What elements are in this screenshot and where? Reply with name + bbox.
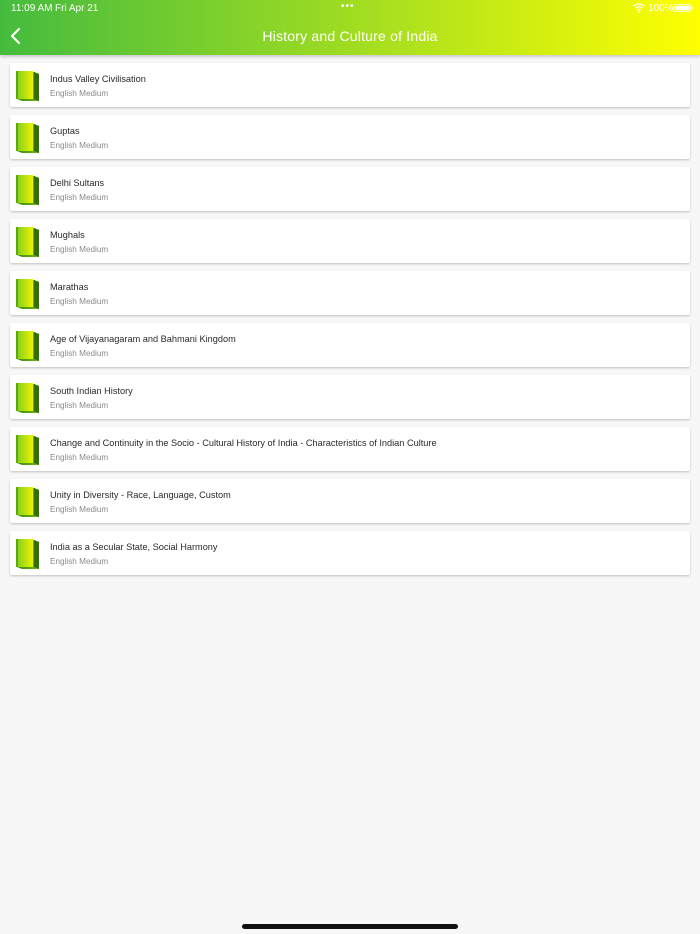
book-icon (16, 539, 39, 569)
item-title: Unity in Diversity - Race, Language, Cus… (50, 490, 231, 500)
book-icon (16, 383, 39, 413)
item-title: Marathas (50, 282, 89, 292)
list-item[interactable]: South Indian History English Medium (10, 375, 690, 419)
item-title: India as a Secular State, Social Harmony (50, 542, 218, 552)
multitask-dots[interactable]: ••• (341, 1, 355, 12)
item-subtitle: English Medium (50, 349, 109, 358)
list-item[interactable]: India as a Secular State, Social Harmony… (10, 531, 690, 575)
item-title: Change and Continuity in the Socio - Cul… (50, 438, 437, 448)
item-subtitle: English Medium (50, 401, 109, 410)
item-title: Guptas (50, 126, 80, 136)
list-item[interactable]: Age of Vijayanagaram and Bahmani Kingdom… (10, 323, 690, 367)
item-subtitle: English Medium (50, 89, 109, 98)
book-icon (16, 435, 39, 465)
book-icon (16, 175, 39, 205)
item-subtitle: English Medium (50, 505, 109, 514)
battery-percentage: 100% (648, 3, 674, 14)
list-item[interactable]: Indus Valley Civilisation English Medium (10, 63, 690, 107)
battery-icon (673, 4, 693, 12)
item-subtitle: English Medium (50, 557, 109, 566)
status-time: 11:09 AM (11, 3, 53, 14)
list-item[interactable]: Guptas English Medium (10, 115, 690, 159)
item-subtitle: English Medium (50, 193, 109, 202)
item-title: South Indian History (50, 386, 133, 396)
status-date: Fri Apr 21 (55, 3, 99, 14)
book-icon (16, 487, 39, 517)
book-icon (16, 123, 39, 153)
item-subtitle: English Medium (50, 245, 109, 254)
list-item[interactable]: Marathas English Medium (10, 271, 690, 315)
list-item[interactable]: Mughals English Medium (10, 219, 690, 263)
item-title: Age of Vijayanagaram and Bahmani Kingdom (50, 334, 236, 344)
book-icon (16, 227, 39, 257)
item-title: Indus Valley Civilisation (50, 74, 146, 84)
app-header: 11:09 AM Fri Apr 21 ••• 100% History and… (0, 0, 700, 55)
list-item[interactable]: Delhi Sultans English Medium (10, 167, 690, 211)
book-icon (16, 71, 39, 101)
home-indicator[interactable] (242, 924, 458, 929)
wifi-icon (633, 3, 645, 13)
item-title: Mughals (50, 230, 85, 240)
item-title: Delhi Sultans (50, 178, 105, 188)
book-icon (16, 279, 39, 309)
list-item[interactable]: Change and Continuity in the Socio - Cul… (10, 427, 690, 471)
item-subtitle: English Medium (50, 453, 109, 462)
topic-list: Indus Valley Civilisation English Medium… (10, 63, 690, 583)
item-subtitle: English Medium (50, 141, 109, 150)
page-title: History and Culture of India (262, 28, 438, 44)
book-icon (16, 331, 39, 361)
item-subtitle: English Medium (50, 297, 109, 306)
list-item[interactable]: Unity in Diversity - Race, Language, Cus… (10, 479, 690, 523)
status-bar: 11:09 AM Fri Apr 21 ••• 100% (0, 0, 700, 18)
